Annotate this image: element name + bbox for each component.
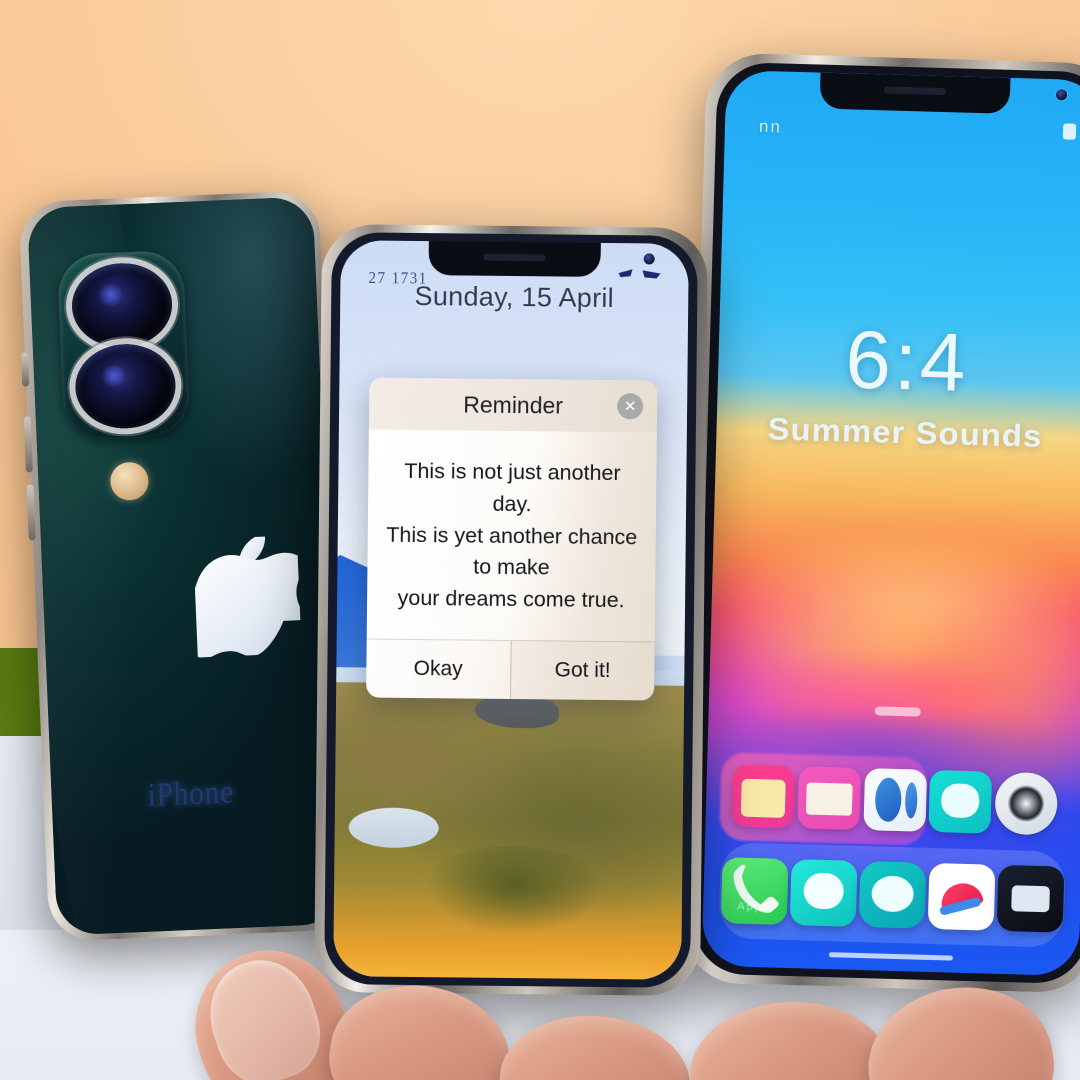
app-icon-notes[interactable] [731, 764, 796, 829]
dialog-header: Reminder ✕ [368, 377, 658, 433]
dialog-message-line-2: This is yet another chance to make [386, 522, 638, 580]
right-phone-bezel: nn 6:4 Summer Sounds Apps [692, 61, 1080, 985]
dock-icon-music[interactable] [927, 862, 995, 931]
reminder-dialog: Reminder ✕ This is not just another day.… [366, 377, 658, 701]
widget-handle[interactable] [874, 706, 921, 717]
apple-logo-icon [181, 533, 314, 659]
center-phone-screen[interactable]: 27 1731 Sunday, 15 April Reminder ✕ This… [333, 240, 689, 980]
right-phone-notch [819, 72, 1010, 114]
center-phone-lockscreen[interactable]: 27 1731 Sunday, 15 April Reminder ✕ This… [313, 224, 709, 996]
okay-button[interactable]: Okay [366, 640, 510, 699]
scene-root: iPhone nn 6:4 Summer Sounds Apps 27 1731… [0, 0, 1080, 1080]
dock [718, 842, 1066, 948]
dock-icon-messages[interactable] [789, 859, 858, 927]
dialog-title: Reminder [463, 390, 564, 419]
camera-module [56, 249, 191, 441]
center-phone-notch [428, 241, 601, 277]
dialog-message-line-1: This is not just another day. [404, 458, 621, 517]
center-phone-date: Sunday, 15 April [414, 280, 615, 314]
got-it-button[interactable]: Got it! [509, 641, 655, 701]
dialog-message: This is not just another day. This is ye… [366, 429, 657, 642]
center-phone-bezel: 27 1731 Sunday, 15 April Reminder ✕ This… [324, 232, 698, 988]
home-indicator[interactable] [828, 952, 953, 961]
left-phone-rear-glass: iPhone [26, 196, 344, 936]
close-icon[interactable]: ✕ [617, 393, 644, 420]
app-icon-safari[interactable] [862, 768, 927, 832]
left-phone-brand-text: iPhone [147, 773, 235, 815]
dock-icon-camera[interactable] [996, 864, 1064, 933]
right-phone-homescreen[interactable]: nn 6:4 Summer Sounds Apps [681, 52, 1080, 994]
dock-icon-phone[interactable] [720, 857, 789, 925]
right-phone-status-left: nn [758, 116, 783, 137]
front-camera-icon [1055, 89, 1068, 101]
mute-switch[interactable] [20, 352, 30, 387]
camera-lens-ultrawide-icon [73, 342, 178, 431]
right-phone-clock: 6:4 [844, 314, 970, 409]
right-phone-lock-subtitle: Summer Sounds [767, 411, 1043, 454]
earpiece-speaker-icon [483, 253, 546, 262]
front-camera-icon [643, 253, 655, 265]
dialog-actions: Okay Got it! [366, 638, 655, 701]
home-app-row [731, 764, 1059, 836]
app-icon-files[interactable] [797, 766, 861, 830]
left-phone-back[interactable]: iPhone [18, 190, 350, 942]
earpiece-speaker-icon [883, 86, 946, 96]
app-icon-settings[interactable] [994, 771, 1059, 836]
battery-icon [1062, 123, 1077, 140]
dock-icon-mail[interactable] [858, 860, 927, 929]
app-icon-messages[interactable] [928, 769, 993, 834]
dock-label: Apps [737, 900, 771, 914]
right-phone-screen[interactable]: nn 6:4 Summer Sounds Apps [701, 69, 1080, 977]
camera-lens-wide-icon [70, 261, 174, 350]
dialog-message-line-3: your dreams come true. [397, 586, 625, 613]
